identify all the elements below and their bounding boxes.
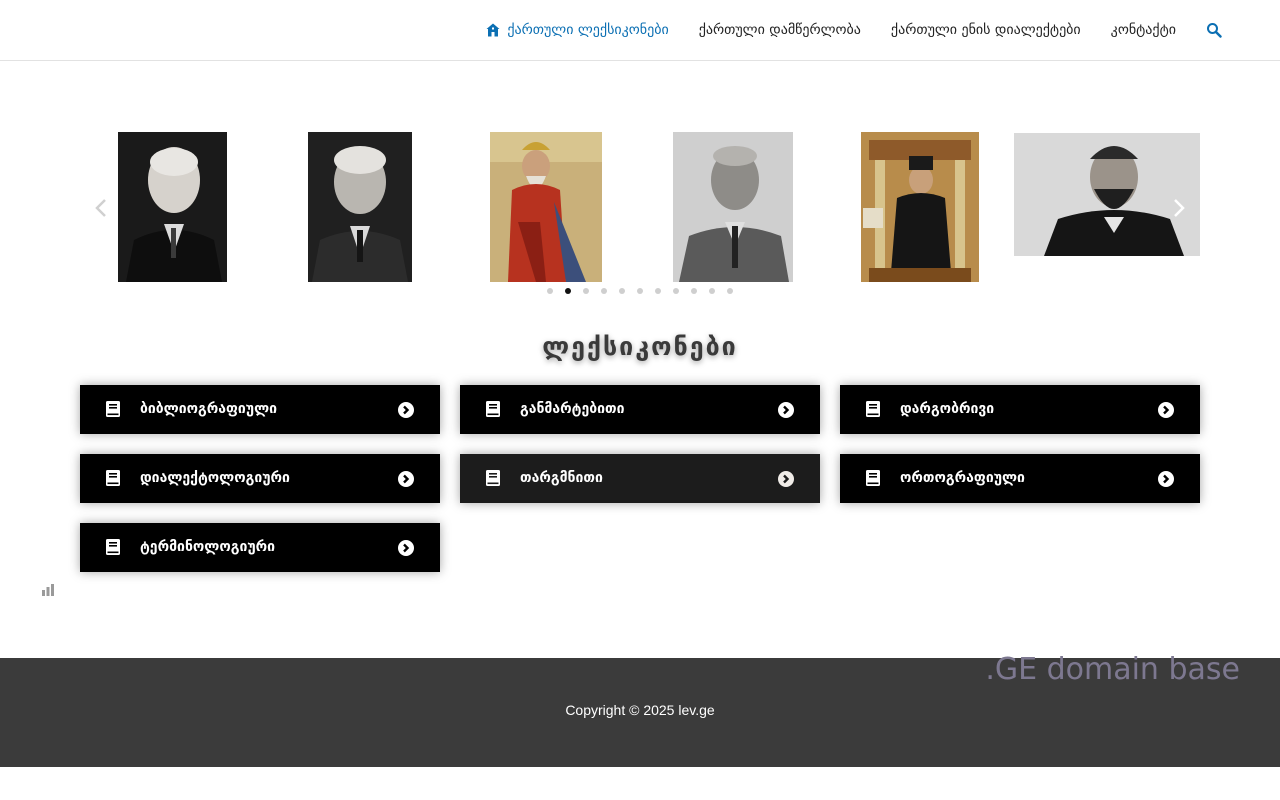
carousel-slide[interactable] bbox=[118, 132, 227, 282]
carousel-dot[interactable] bbox=[583, 288, 589, 294]
dictionary-button-orthographic[interactable]: ორთოგრაფიული bbox=[840, 454, 1200, 503]
nav-label: ქართული დამწერლობა bbox=[698, 22, 861, 38]
dictionary-label: დარგობრივი bbox=[900, 401, 995, 417]
site-footer: .GE domain base Copyright © 2025 lev.ge bbox=[0, 652, 1280, 767]
nav-item-georgian-script[interactable]: ქართული დამწერლობა bbox=[699, 22, 861, 38]
book-icon bbox=[866, 470, 880, 486]
dictionary-button-terminological[interactable]: ტერმინოლოგიური bbox=[80, 523, 440, 572]
portrait-image bbox=[118, 132, 227, 282]
book-icon bbox=[106, 539, 120, 555]
home-icon bbox=[486, 23, 500, 37]
portrait-image bbox=[308, 132, 412, 282]
arrow-circle-right-icon bbox=[398, 402, 414, 418]
book-icon bbox=[866, 401, 880, 417]
search-icon[interactable] bbox=[1206, 22, 1222, 38]
portrait-image bbox=[673, 132, 793, 282]
carousel-slide[interactable] bbox=[308, 132, 412, 282]
section-title: ლექსიკონები bbox=[542, 332, 738, 361]
arrow-circle-right-icon bbox=[778, 402, 794, 418]
carousel-dot[interactable] bbox=[565, 288, 571, 294]
dictionary-button-dialectological[interactable]: დიალექტოლოგიური bbox=[80, 454, 440, 503]
book-icon bbox=[486, 401, 500, 417]
domain-watermark: .GE domain base bbox=[985, 652, 1240, 687]
carousel-dot[interactable] bbox=[727, 288, 733, 294]
arrow-circle-right-icon bbox=[1158, 471, 1174, 487]
dictionary-label: ორთოგრაფიული bbox=[900, 470, 1025, 486]
portrait-image bbox=[861, 132, 979, 282]
arrow-circle-right-icon bbox=[398, 471, 414, 487]
portrait-image bbox=[1014, 133, 1200, 256]
dictionary-button-sectoral[interactable]: დარგობრივი bbox=[840, 385, 1200, 434]
carousel-dot[interactable] bbox=[709, 288, 715, 294]
arrow-circle-right-icon bbox=[1158, 402, 1174, 418]
nav-label: კონტაქტი bbox=[1110, 22, 1176, 38]
nav-item-georgian-dictionaries[interactable]: ქართული ლექსიკონები bbox=[485, 22, 669, 38]
chevron-right-icon[interactable] bbox=[1166, 196, 1190, 220]
dictionary-label: თარგმნითი bbox=[520, 470, 603, 486]
dictionary-label: დიალექტოლოგიური bbox=[140, 470, 290, 486]
book-icon bbox=[486, 470, 500, 486]
arrow-circle-right-icon bbox=[778, 471, 794, 487]
dictionary-button-bibliographic[interactable]: ბიბლიოგრაფიული bbox=[80, 385, 440, 434]
nav-item-contact[interactable]: კონტაქტი bbox=[1111, 22, 1176, 38]
portrait-image bbox=[490, 132, 602, 282]
page: ქართული ლექსიკონები ქართული დამწერლობა ქ… bbox=[0, 0, 1280, 800]
carousel-slide[interactable] bbox=[1014, 133, 1200, 256]
dictionary-button-translation[interactable]: თარგმნითი bbox=[460, 454, 820, 503]
nav-label: ქართული ლექსიკონები bbox=[507, 22, 669, 38]
carousel-dot[interactable] bbox=[655, 288, 661, 294]
main-nav: ქართული ლექსიკონები ქართული დამწერლობა ქ… bbox=[485, 0, 1222, 60]
dictionary-label: ტერმინოლოგიური bbox=[140, 539, 276, 555]
carousel-dot[interactable] bbox=[673, 288, 679, 294]
carousel-slide[interactable] bbox=[490, 132, 602, 282]
carousel-slide[interactable] bbox=[673, 132, 793, 282]
carousel-dot[interactable] bbox=[691, 288, 697, 294]
dictionary-label: განმარტებითი bbox=[520, 401, 625, 417]
book-icon bbox=[106, 470, 120, 486]
dictionary-button-explanatory[interactable]: განმარტებითი bbox=[460, 385, 820, 434]
dictionary-label: ბიბლიოგრაფიული bbox=[140, 401, 278, 417]
site-header: ქართული ლექსიკონები ქართული დამწერლობა ქ… bbox=[0, 0, 1280, 61]
carousel-slide[interactable] bbox=[861, 132, 979, 282]
carousel-dot[interactable] bbox=[547, 288, 553, 294]
carousel-dot[interactable] bbox=[601, 288, 607, 294]
chevron-left-icon[interactable] bbox=[90, 196, 114, 220]
book-icon bbox=[106, 401, 120, 417]
carousel-dot[interactable] bbox=[619, 288, 625, 294]
nav-item-georgian-dialects[interactable]: ქართული ენის დიალექტები bbox=[891, 22, 1081, 38]
nav-label: ქართული ენის დიალექტები bbox=[890, 22, 1081, 38]
bar-chart-icon[interactable] bbox=[42, 584, 54, 596]
arrow-circle-right-icon bbox=[398, 540, 414, 556]
carousel-dot[interactable] bbox=[637, 288, 643, 294]
copyright-text: Copyright © 2025 lev.ge bbox=[565, 702, 715, 718]
portrait-carousel bbox=[80, 110, 1200, 310]
carousel-pagination bbox=[80, 288, 1200, 294]
